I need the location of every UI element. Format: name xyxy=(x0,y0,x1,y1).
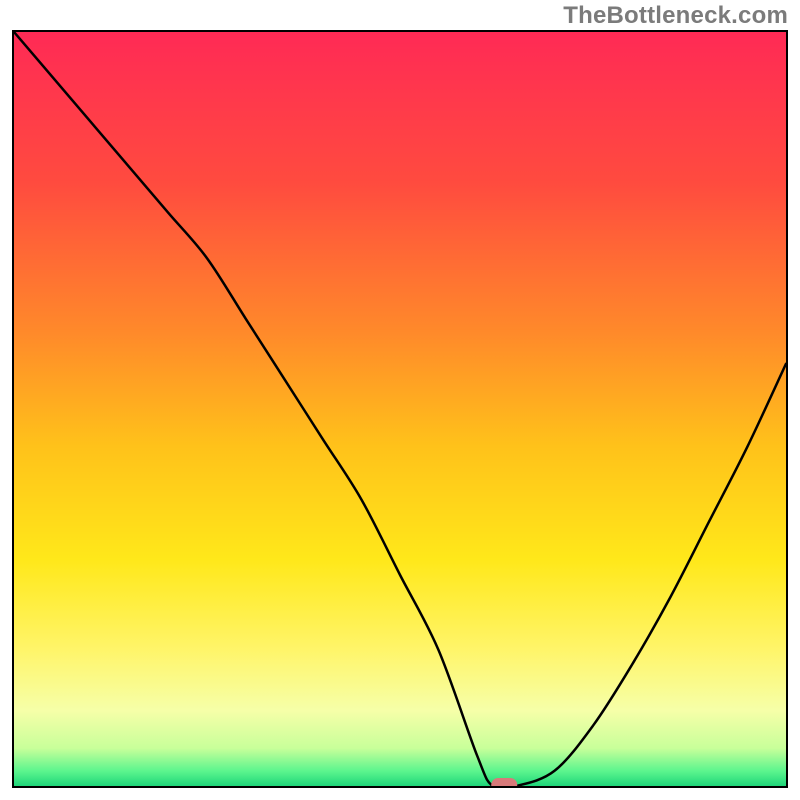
chart-marker xyxy=(14,32,786,786)
chart-plot-area xyxy=(12,30,788,788)
attribution-text: TheBottleneck.com xyxy=(563,2,788,30)
